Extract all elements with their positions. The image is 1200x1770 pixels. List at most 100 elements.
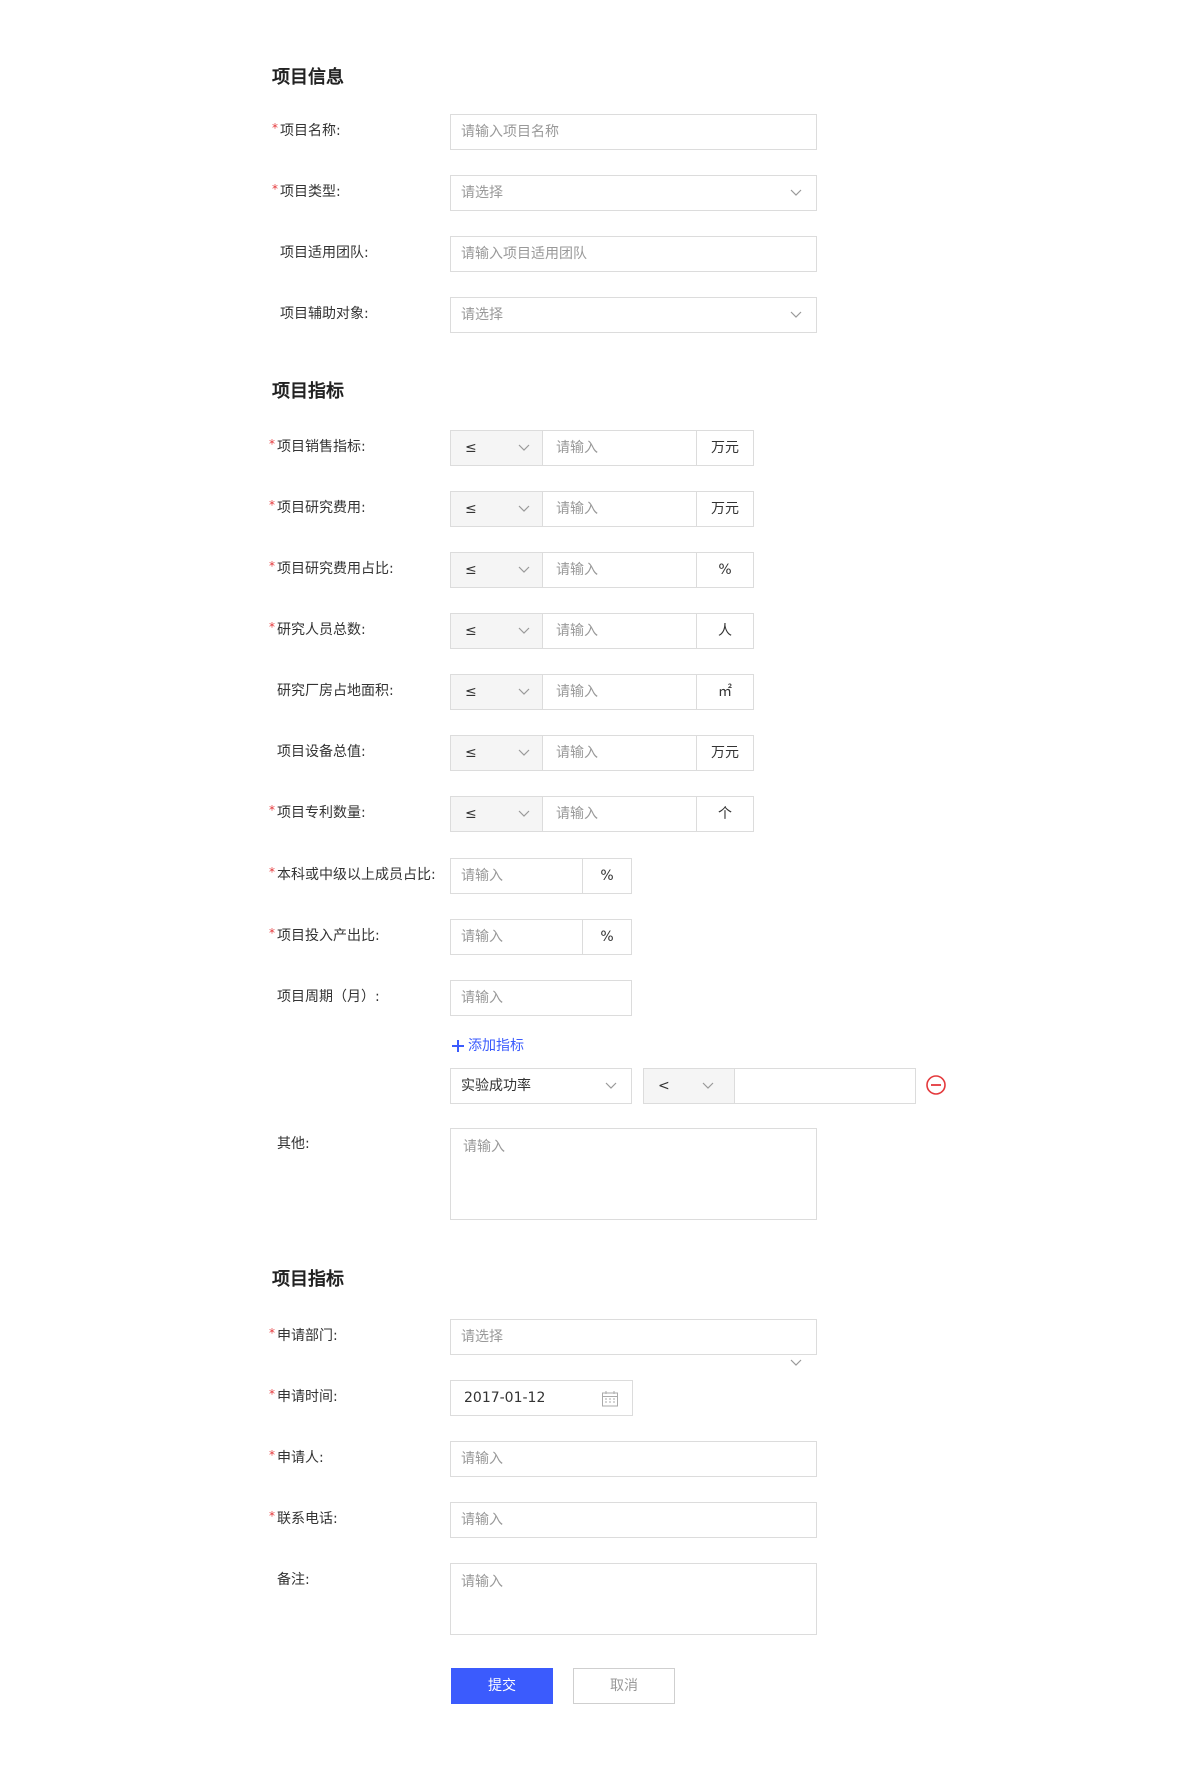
applicant-label-text: 申请人: — [277, 1450, 324, 1466]
required-mark: * — [269, 437, 275, 451]
date-label-text: 申请时间: — [277, 1389, 338, 1405]
metric-placeholder: 请输入 — [556, 562, 598, 578]
metric-operator-select[interactable]: ≤ — [450, 796, 543, 832]
project-team-label: 项目适用团队: — [280, 245, 369, 261]
other-textarea[interactable]: 请输入 — [450, 1128, 817, 1220]
metric-label-text: 项目研究费用: — [277, 500, 366, 516]
chevron-down-icon — [516, 805, 532, 821]
ratio-label-text: 项目投入产出比: — [277, 928, 380, 944]
project-type-label-text: 项目类型: — [280, 184, 341, 200]
metric-unit: 个 — [696, 796, 754, 832]
ratio-placeholder: 请输入 — [461, 929, 503, 945]
section-title-metrics: 项目指标 — [272, 381, 344, 402]
ratio-value-input[interactable]: 请输入 — [450, 919, 583, 955]
metric-label: 项目设备总值: — [277, 742, 366, 762]
project-type-placeholder: 请选择 — [461, 185, 503, 201]
dept-placeholder: 请选择 — [461, 1329, 503, 1345]
submit-button[interactable]: 提交 — [451, 1668, 553, 1704]
required-mark: * — [269, 498, 275, 512]
applicant-placeholder: 请输入 — [461, 1451, 503, 1467]
required-mark: * — [272, 121, 278, 135]
applicant-input[interactable]: 请输入 — [450, 1441, 817, 1477]
project-team-placeholder: 请输入项目适用团队 — [461, 246, 587, 262]
phone-input[interactable]: 请输入 — [450, 1502, 817, 1538]
metric-operator-select[interactable]: ≤ — [450, 552, 543, 588]
chevron-down-icon — [603, 1077, 619, 1093]
metric-label: * 项目研究费用: — [269, 498, 366, 518]
metric-operator-select[interactable]: ≤ — [450, 735, 543, 771]
project-target-placeholder: 请选择 — [461, 307, 503, 323]
metric-label-text: 项目专利数量: — [277, 805, 366, 821]
required-mark: * — [269, 620, 275, 634]
section-title-apply: 项目指标 — [272, 1269, 344, 1290]
chevron-down-icon — [788, 1354, 804, 1370]
required-mark: * — [269, 865, 275, 879]
ratio-label: * 项目投入产出比: — [269, 926, 380, 946]
custom-metric-select[interactable]: 实验成功率 — [450, 1068, 632, 1104]
ratio-unit: % — [582, 919, 632, 955]
note-textarea[interactable]: 请输入 — [450, 1563, 817, 1635]
chevron-down-icon — [516, 439, 532, 455]
chevron-down-icon — [516, 500, 532, 516]
project-type-select[interactable]: 请选择 — [450, 175, 817, 211]
metric-label: * 项目专利数量: — [269, 803, 366, 823]
custom-metric-operator-select[interactable]: < — [643, 1068, 735, 1104]
ratio-value-input[interactable]: 请输入 — [450, 858, 583, 894]
cycle-input[interactable]: 请输入 — [450, 980, 632, 1016]
metric-operator-select[interactable]: ≤ — [450, 674, 543, 710]
metric-placeholder: 请输入 — [556, 745, 598, 761]
metric-value-input[interactable]: 请输入 — [542, 613, 697, 649]
chevron-down-icon — [788, 306, 804, 322]
project-team-input[interactable]: 请输入项目适用团队 — [450, 236, 817, 272]
required-mark: * — [269, 1387, 275, 1401]
required-mark: * — [269, 1509, 275, 1523]
project-target-select[interactable]: 请选择 — [450, 297, 817, 333]
custom-metric-operator: < — [658, 1078, 670, 1094]
note-placeholder: 请输入 — [461, 1574, 503, 1590]
chevron-down-icon — [516, 683, 532, 699]
metric-unit: % — [696, 552, 754, 588]
ratio-unit: % — [582, 858, 632, 894]
required-mark: * — [269, 803, 275, 817]
required-mark: * — [269, 559, 275, 573]
metric-value-input[interactable]: 请输入 — [542, 430, 697, 466]
metric-label: * 项目研究费用占比: — [269, 559, 394, 579]
ratio-label-text: 本科或中级以上成员占比: — [277, 867, 436, 883]
project-name-input[interactable]: 请输入项目名称 — [450, 114, 817, 150]
chevron-down-icon — [516, 561, 532, 577]
applicant-label: * 申请人: — [269, 1448, 324, 1468]
metric-placeholder: 请输入 — [556, 501, 598, 517]
metric-label-text: 项目设备总值: — [277, 744, 366, 760]
date-picker[interactable]: 2017-01-12 — [450, 1380, 633, 1416]
metric-value-input[interactable]: 请输入 — [542, 796, 697, 832]
metric-label: * 研究人员总数: — [269, 620, 366, 640]
section-title-info: 项目信息 — [272, 67, 344, 88]
metric-operator-select[interactable]: ≤ — [450, 430, 543, 466]
chevron-down-icon — [516, 744, 532, 760]
remove-circle-icon[interactable] — [925, 1074, 947, 1096]
other-label: 其他: — [277, 1136, 310, 1152]
metric-placeholder: 请输入 — [556, 806, 598, 822]
metric-operator-select[interactable]: ≤ — [450, 491, 543, 527]
required-mark: * — [272, 182, 278, 196]
metric-placeholder: 请输入 — [556, 440, 598, 456]
metric-value-input[interactable]: 请输入 — [542, 552, 697, 588]
metric-value-input[interactable]: 请输入 — [542, 491, 697, 527]
custom-metric-value-input[interactable] — [734, 1068, 916, 1104]
cycle-label: 项目周期（月）: — [277, 989, 380, 1005]
chevron-down-icon — [516, 622, 532, 638]
date-label: * 申请时间: — [269, 1387, 338, 1407]
metric-value-input[interactable]: 请输入 — [542, 674, 697, 710]
ratio-placeholder: 请输入 — [461, 868, 503, 884]
dept-select[interactable]: 请选择 — [450, 1319, 817, 1366]
metric-unit: 万元 — [696, 430, 754, 466]
metric-operator-select[interactable]: ≤ — [450, 613, 543, 649]
dept-label: * 申请部门: — [269, 1326, 338, 1346]
cancel-button[interactable]: 取消 — [573, 1668, 675, 1704]
metric-placeholder: 请输入 — [556, 684, 598, 700]
other-placeholder: 请输入 — [463, 1139, 505, 1155]
metric-unit: 人 — [696, 613, 754, 649]
metric-placeholder: 请输入 — [556, 623, 598, 639]
metric-value-input[interactable]: 请输入 — [542, 735, 697, 771]
phone-label: * 联系电话: — [269, 1509, 338, 1529]
